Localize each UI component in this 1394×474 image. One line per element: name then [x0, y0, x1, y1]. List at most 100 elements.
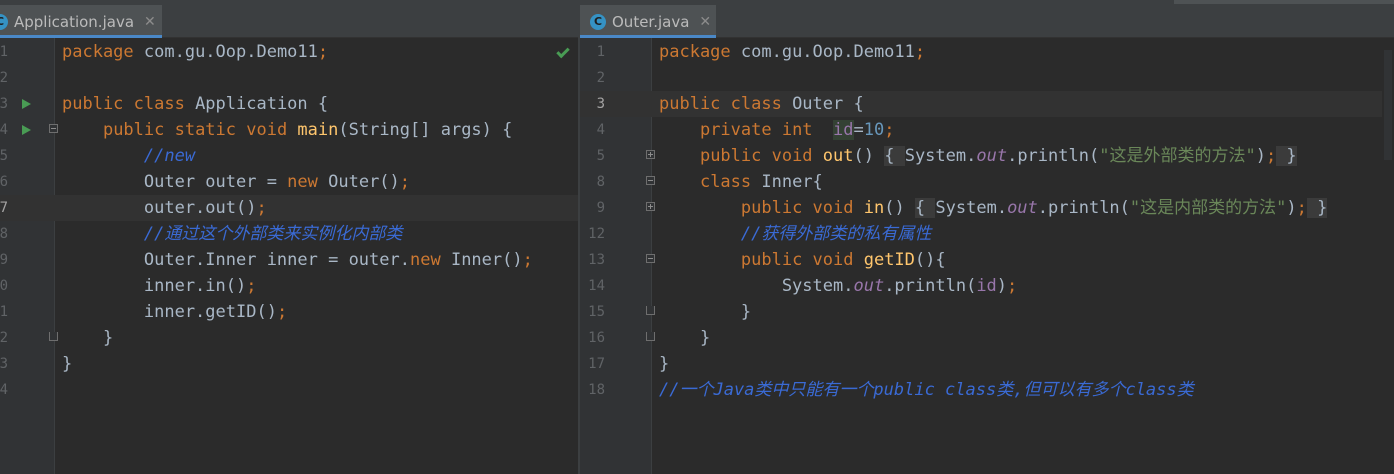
code-line[interactable]: 3 public class Outer { — [580, 91, 1394, 117]
code-text[interactable]: public void out() { System.out.println("… — [659, 143, 1297, 169]
code-line[interactable]: 1 package com.gu.Oop.Demo11; — [580, 39, 1394, 65]
line-number[interactable]: 1 — [0, 299, 8, 325]
fold-collapse-icon[interactable] — [49, 332, 58, 341]
line-number[interactable]: 6 — [0, 169, 8, 195]
line-number[interactable]: 2 — [580, 65, 605, 91]
code-text[interactable]: } — [659, 351, 669, 377]
fold-expand-icon[interactable] — [646, 202, 655, 211]
code-line[interactable]: 14 System.out.println(id); — [580, 273, 1394, 299]
code-text[interactable]: public void getID(){ — [659, 247, 946, 273]
line-number[interactable]: 9 — [0, 247, 8, 273]
code-text[interactable]: outer.out(); — [62, 195, 267, 221]
code-line[interactable]: 17} — [580, 351, 1394, 377]
code-line[interactable]: 2 — [580, 65, 1394, 91]
line-number[interactable]: 3 — [0, 91, 8, 117]
code-text[interactable]: //new — [62, 143, 195, 169]
code-text[interactable]: package com.gu.Oop.Demo11; — [62, 39, 328, 65]
code-text[interactable]: class Inner{ — [659, 169, 823, 195]
fold-expand-icon[interactable] — [646, 150, 655, 159]
code-text[interactable]: Outer.Inner inner = outer.new Inner(); — [62, 247, 533, 273]
line-number[interactable]: 4 — [580, 117, 605, 143]
tab-bar-right: C Outer.java ✕ — [580, 0, 1394, 38]
line-number[interactable]: 0 — [0, 273, 8, 299]
line-number[interactable]: 16 — [580, 325, 605, 351]
run-gutter-icon[interactable] — [22, 125, 31, 135]
line-number[interactable]: 3 — [0, 351, 8, 377]
code-line[interactable]: 3} — [0, 351, 578, 377]
fold-collapse-icon[interactable] — [646, 176, 655, 185]
close-icon[interactable]: ✕ — [144, 14, 156, 30]
code-line[interactable]: 1 inner.getID(); — [0, 299, 578, 325]
code-line[interactable]: 0 inner.in(); — [0, 273, 578, 299]
fold-collapse-icon[interactable] — [646, 332, 655, 341]
code-line[interactable]: 16 } — [580, 325, 1394, 351]
line-number[interactable]: 2 — [0, 65, 8, 91]
code-text[interactable]: public class Application { — [62, 91, 328, 117]
code-text[interactable]: //通过这个外部类来实例化内部类 — [62, 221, 402, 247]
line-number[interactable]: 14 — [580, 273, 605, 299]
code-editor-right[interactable]: 1 package com.gu.Oop.Demo11; 2 3 public clas… — [580, 38, 1394, 474]
code-line[interactable]: 4 private int id=10; — [580, 117, 1394, 143]
code-text[interactable]: public static void main(String[] args) { — [62, 117, 512, 143]
line-number[interactable]: 4 — [0, 117, 8, 143]
code-text[interactable]: inner.in(); — [62, 273, 257, 299]
code-line[interactable]: 18 //一个Java类中只能有一个public class类,但可以有多个cla… — [580, 377, 1394, 403]
line-number[interactable]: 8 — [580, 169, 605, 195]
code-line[interactable]: 9 Outer.Inner inner = outer.new Inner(); — [0, 247, 578, 273]
tab-outer-java[interactable]: C Outer.java ✕ — [580, 5, 716, 38]
line-number[interactable]: 9 — [580, 195, 605, 221]
code-line[interactable]: 1 package com.gu.Oop.Demo11; — [0, 39, 578, 65]
line-number[interactable]: 8 — [0, 221, 8, 247]
code-line[interactable]: 5 public void out() { System.out.println… — [580, 143, 1394, 169]
line-number[interactable]: 17 — [580, 351, 605, 377]
code-line[interactable]: 6 Outer outer = new Outer(); — [0, 169, 578, 195]
vertical-scrollbar[interactable] — [1382, 38, 1394, 474]
code-line[interactable]: 5 //new — [0, 143, 578, 169]
code-line[interactable]: 15 } — [580, 299, 1394, 325]
run-gutter-icon[interactable] — [22, 99, 31, 109]
code-text[interactable]: System.out.println(id); — [659, 273, 1017, 299]
code-text[interactable]: } — [62, 325, 113, 351]
close-icon[interactable]: ✕ — [699, 14, 711, 30]
code-text[interactable]: } — [659, 299, 751, 325]
code-line[interactable]: 8 class Inner{ — [580, 169, 1394, 195]
code-text[interactable]: //获得外部类的私有属性 — [659, 221, 931, 247]
line-number[interactable]: 2 — [0, 325, 8, 351]
code-text[interactable]: public void in() { System.out.println("这… — [659, 195, 1328, 221]
code-text[interactable]: } — [62, 351, 72, 377]
code-editor-left[interactable]: 1 package com.gu.Oop.Demo11; 2 3 public clas… — [0, 38, 578, 474]
line-number[interactable]: 1 — [580, 39, 605, 65]
line-number[interactable]: 3 — [580, 91, 605, 117]
code-line[interactable]: 4 — [0, 377, 578, 403]
line-number[interactable]: 7 — [0, 195, 8, 221]
code-line[interactable]: 2 } — [0, 325, 578, 351]
code-text[interactable]: //一个Java类中只能有一个public class类,但可以有多个class… — [659, 377, 1194, 403]
line-number[interactable]: 12 — [580, 221, 605, 247]
tab-application-java[interactable]: C Application.java ✕ — [0, 5, 162, 38]
code-text[interactable]: inner.getID(); — [62, 299, 287, 325]
line-number[interactable]: 13 — [580, 247, 605, 273]
fold-collapse-icon[interactable] — [646, 254, 655, 263]
code-text[interactable]: package com.gu.Oop.Demo11; — [659, 39, 925, 65]
code-line[interactable]: 3 public class Application { — [0, 91, 578, 117]
line-number[interactable]: 1 — [0, 39, 8, 65]
code-line[interactable]: 2 — [0, 65, 578, 91]
fold-collapse-icon[interactable] — [646, 306, 655, 315]
code-text[interactable]: private int id=10; — [659, 117, 894, 143]
code-line[interactable]: 13 public void getID(){ — [580, 247, 1394, 273]
line-number[interactable]: 5 — [580, 143, 605, 169]
line-number[interactable]: 15 — [580, 299, 605, 325]
code-text[interactable]: } — [659, 325, 710, 351]
code-line[interactable]: 4 public static void main(String[] args)… — [0, 117, 578, 143]
code-text[interactable]: Outer outer = new Outer(); — [62, 169, 410, 195]
code-line[interactable]: 7 outer.out(); — [0, 195, 578, 221]
scrollbar-thumb[interactable] — [1384, 50, 1392, 160]
line-number[interactable]: 18 — [580, 377, 605, 403]
fold-collapse-icon[interactable] — [49, 124, 58, 133]
code-text[interactable]: public class Outer { — [659, 91, 864, 117]
code-line[interactable]: 8 //通过这个外部类来实例化内部类 — [0, 221, 578, 247]
code-line[interactable]: 12 //获得外部类的私有属性 — [580, 221, 1394, 247]
line-number[interactable]: 4 — [0, 377, 8, 403]
line-number[interactable]: 5 — [0, 143, 8, 169]
code-line[interactable]: 9 public void in() { System.out.println(… — [580, 195, 1394, 221]
